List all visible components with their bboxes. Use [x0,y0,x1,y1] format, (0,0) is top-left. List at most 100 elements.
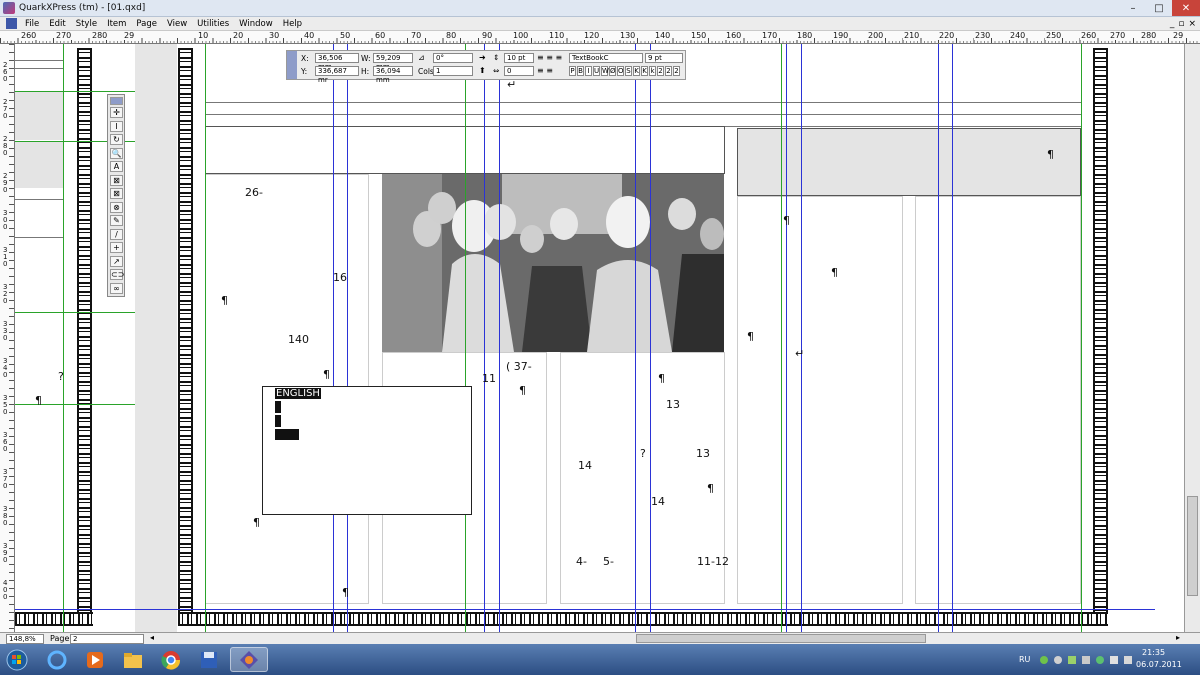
superscript-button[interactable]: 2 [657,66,664,76]
grey-block [15,92,63,140]
h-field[interactable]: 36,094 mm [373,66,413,84]
save-disk-icon[interactable] [190,647,228,672]
oval-picture-tool-icon[interactable]: ⊗ [110,202,123,213]
font-size-select[interactable]: 9 pt [645,53,683,63]
maximize-button[interactable]: □ [1146,0,1172,16]
mdi-restore-button[interactable]: ▫ [1178,19,1184,29]
photo-crowd[interactable] [382,174,724,352]
content-tool-icon[interactable]: I [110,121,123,132]
cols-field[interactable]: 1 [433,66,473,76]
bold-button[interactable]: B [577,66,584,76]
picture-box-tool-icon[interactable]: ⊠ [110,175,123,186]
chrome-icon[interactable] [152,647,190,672]
text-path-tool-icon[interactable]: ↗ [110,256,123,267]
ie-icon[interactable] [38,647,76,672]
outline-button[interactable]: O [617,66,624,76]
menu-style[interactable]: Style [71,19,102,29]
leading-arrow-icon[interactable]: ➜ [479,53,486,62]
english-label[interactable]: ENGLISH [275,388,321,399]
media-player-icon[interactable] [76,647,114,672]
align-buttons[interactable]: ≡ ≡ ≡ [537,53,562,62]
bezier-tool-icon[interactable]: ✎ [110,215,123,226]
zoom-tool-icon[interactable]: 🔍 [110,148,123,159]
unlinking-tool-icon[interactable]: ∞ [110,283,123,294]
item-tool-icon[interactable]: ✛ [110,107,123,118]
palette-handle[interactable] [287,51,297,79]
selected-text-box[interactable]: ENGLISH [262,386,472,515]
menu-item[interactable]: Item [102,19,131,29]
ruler-label: 260 [20,31,38,40]
explorer-icon[interactable] [114,647,152,672]
scroll-right-icon[interactable]: ▸ [1176,633,1180,642]
ruler-label: 80 [445,31,458,40]
word-underline-button[interactable]: W [601,66,609,76]
font-select[interactable]: TextBookC [569,53,643,63]
ornament-border-left [77,48,92,626]
small-caps-button[interactable]: K [641,66,648,76]
shadow-button[interactable]: S [625,66,632,76]
doc-text: 14 [578,459,592,472]
menu-edit[interactable]: Edit [44,19,70,29]
horizontal-scroll-thumb[interactable] [636,634,926,643]
clock-time[interactable]: 21:35 [1142,648,1165,657]
italic-button[interactable]: I [585,66,592,76]
tracking-arrow-icon[interactable]: ⬆ [479,66,486,75]
menu-file[interactable]: File [20,19,44,29]
strikethrough-button[interactable]: Ø [609,66,616,76]
line-tool-icon[interactable]: / [110,229,123,240]
rotate-tool-icon[interactable]: ↻ [110,134,123,145]
menu-page[interactable]: Page [131,19,162,29]
page-field[interactable]: 2 [70,634,144,644]
justify-buttons[interactable]: ≡ ≡ [537,66,553,75]
tray-app-icon[interactable] [1068,656,1076,664]
scroll-thumb[interactable] [1187,496,1198,596]
start-button[interactable] [2,647,32,672]
subscript-button[interactable]: 2 [665,66,672,76]
vertical-scrollbar[interactable] [1184,44,1200,632]
y-field[interactable]: 336,687 mr [315,66,359,84]
w-field[interactable]: 59,209 mm [373,53,413,71]
tray-status-icon[interactable] [1054,656,1062,664]
language-indicator[interactable]: RU [1019,655,1030,664]
menu-utilities[interactable]: Utilities [192,19,234,29]
mdi-close-button[interactable]: × [1188,19,1196,29]
rule-line [15,237,63,238]
title-bar: QuarkXPress (tm) - [01.qxd] [0,0,1200,17]
ruler-label: 120 [583,31,601,40]
menu-view[interactable]: View [162,19,192,29]
document-icon[interactable] [6,18,17,29]
zoom-field[interactable]: 148,8% [6,634,44,644]
plain-button[interactable]: P [569,66,576,76]
angle-field[interactable]: 0° [433,53,473,63]
minimize-button[interactable]: – [1120,0,1146,16]
document-canvas[interactable]: 26- 16 140 11 ( 37- 13 14 13 14 4- 5- 11… [15,44,1184,632]
close-button[interactable]: ✕ [1172,0,1200,16]
underline-button[interactable]: U [593,66,600,76]
tray-network-icon[interactable] [1082,656,1090,664]
tracking-field[interactable]: 0 [504,66,534,76]
app-icon[interactable] [3,2,15,14]
doc-text: 26- [245,186,263,199]
text-box-tool-icon[interactable]: A [110,161,123,172]
text-cursor-block [275,401,281,413]
x-field[interactable]: 36,506 mm [315,53,359,71]
tray-green-icon[interactable] [1040,656,1048,664]
palette-header[interactable] [110,97,123,105]
all-caps-button[interactable]: K [633,66,640,76]
linking-tool-icon[interactable]: ⊂⊃ [110,269,124,280]
menu-help[interactable]: Help [278,19,307,29]
tray-nvidia-icon[interactable] [1096,656,1104,664]
volume-icon[interactable] [1124,656,1132,664]
scroll-left-icon[interactable]: ◂ [150,633,154,642]
clock-date[interactable]: 06.07.2011 [1136,660,1182,669]
tray-flag-icon[interactable] [1110,656,1118,664]
orthogonal-line-tool-icon[interactable]: + [110,242,123,253]
superior-button[interactable]: 2 [673,66,680,76]
quarkxpress-taskbar-button[interactable] [230,647,268,672]
rule-line [205,102,1081,103]
mdi-minimize-button[interactable]: _ [1170,19,1175,29]
rect-picture-tool-icon[interactable]: ⊠ [110,188,123,199]
leading-field[interactable]: 10 pt [504,53,534,63]
lowercase-button[interactable]: k [649,66,656,76]
menu-window[interactable]: Window [234,19,278,29]
